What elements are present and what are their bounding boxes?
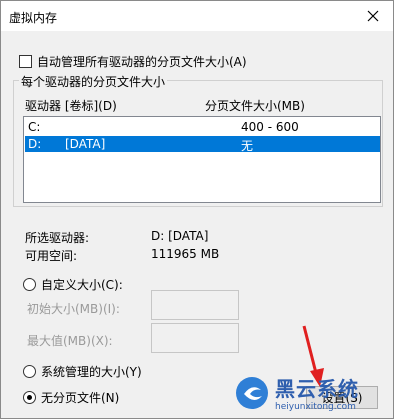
virtual-memory-dialog: 虚拟内存 自动管理所有驱动器的分页文件大小(A) 每个驱动器的分页文件大小 驱动… — [0, 0, 394, 419]
annotation-arrow-icon — [302, 325, 324, 387]
watermark: 黑云系统 heiyunxitong.com — [235, 373, 359, 412]
watermark-logo-icon — [236, 376, 268, 409]
watermark-brand: 黑云系统 — [275, 377, 359, 401]
watermark-site: heiyunxitong.com — [275, 402, 356, 412]
